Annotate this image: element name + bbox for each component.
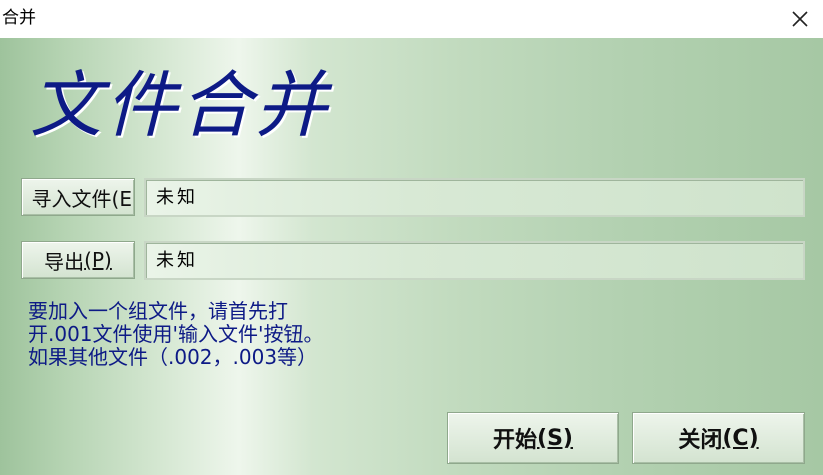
window-title: 合并 (2, 8, 36, 28)
export-button-hotkey: (P) (84, 248, 112, 272)
export-button[interactable]: 导出 (P) (21, 241, 135, 279)
info-line: 如果其他文件（.002，.003等） (28, 345, 318, 369)
dialog-body: 文件合并 寻入文件(E 未知 导出 (P) 未知 要加入一个组文件，请首先打 开.… (0, 38, 823, 475)
import-file-button[interactable]: 寻入文件(E (21, 178, 135, 216)
close-window-button[interactable] (777, 0, 823, 38)
close-button-hotkey: (C) (722, 425, 759, 451)
info-text: 要加入一个组文件，请首先打 开.001文件使用'输入文件'按钮。 如果其他文件（… (28, 300, 448, 369)
title-bar: 合并 (0, 0, 823, 38)
close-button[interactable]: 关闭 (C) (632, 412, 805, 464)
output-file-field[interactable]: 未知 (144, 241, 805, 280)
start-button-label: 开始 (493, 428, 538, 453)
import-file-button-label: 寻入文件(E (31, 186, 132, 211)
start-button-hotkey: (S) (537, 425, 573, 451)
close-button-label: 关闭 (678, 428, 723, 453)
close-icon (792, 11, 808, 27)
export-button-label: 导出 (44, 249, 85, 274)
start-button[interactable]: 开始 (S) (447, 412, 619, 464)
input-file-field[interactable]: 未知 (144, 178, 805, 217)
hero-title: 文件合并 (30, 63, 331, 147)
info-line: 要加入一个组文件，请首先打 (28, 299, 288, 323)
info-line: 开.001文件使用'输入文件'按钮。 (28, 322, 324, 346)
merge-dialog: 合并 文件合并 寻入文件(E 未知 导出 (P) 未知 要加入一个组文件，请首先打… (0, 0, 823, 475)
